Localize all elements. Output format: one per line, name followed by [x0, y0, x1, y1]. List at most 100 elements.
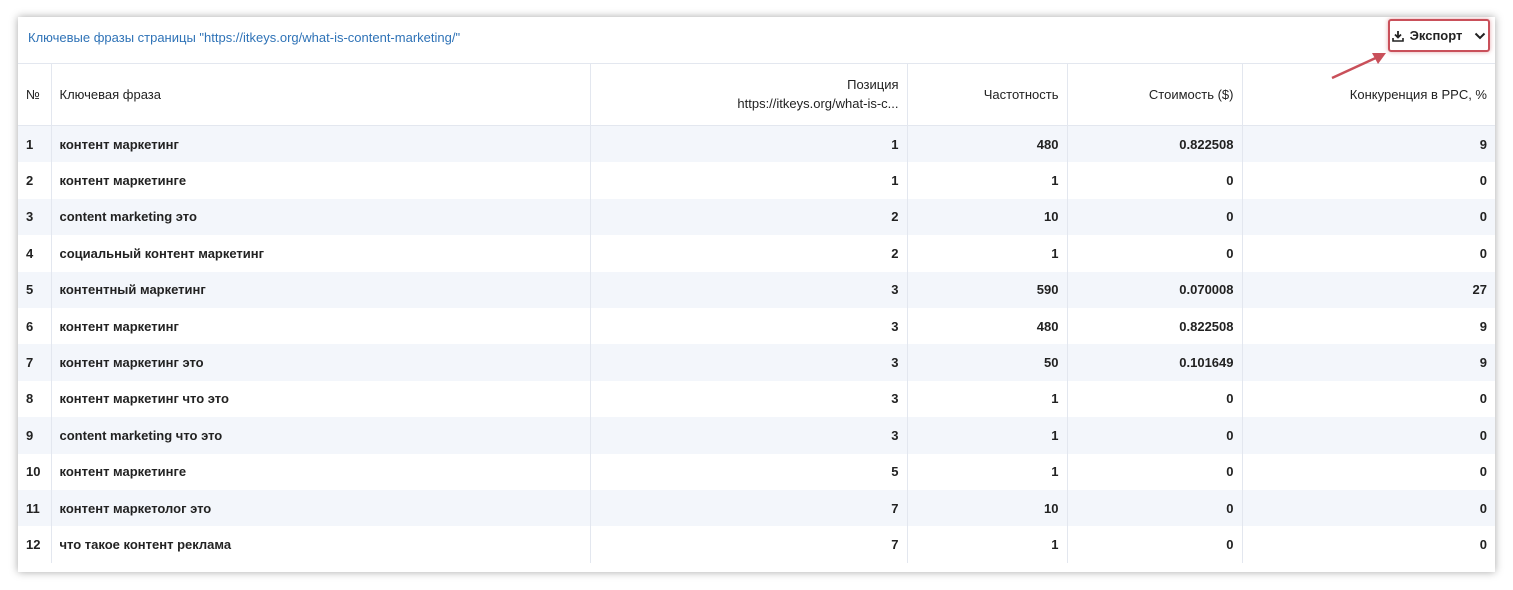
cell-competition: 0	[1242, 235, 1495, 272]
cell-frequency: 1	[907, 453, 1068, 490]
table-row[interactable]: 9 content marketing что это 3 1 0 0	[18, 417, 1495, 454]
cell-position: 3	[590, 344, 908, 381]
table-row[interactable]: 10 контент маркетинге 5 1 0 0	[18, 453, 1495, 490]
cell-competition: 9	[1242, 307, 1495, 345]
cell-phrase: контент маркетолог это	[51, 489, 591, 527]
cell-phrase: content marketing это	[51, 198, 591, 236]
export-button[interactable]: Экспорт	[1391, 23, 1486, 48]
table-row[interactable]: 3 content marketing это 2 10 0 0	[18, 198, 1495, 236]
cell-cost: 0.070008	[1067, 271, 1243, 308]
cell-position: 3	[590, 380, 908, 418]
cell-num: 6	[18, 307, 52, 345]
table-row[interactable]: 7 контент маркетинг это 3 50 0.101649 9	[18, 344, 1495, 381]
chevron-down-icon	[1474, 32, 1486, 40]
table-row[interactable]: 2 контент маркетинге 1 1 0 0	[18, 162, 1495, 199]
cell-position: 1	[590, 162, 908, 199]
cell-num: 12	[18, 526, 52, 563]
col-header-phrase[interactable]: Ключевая фраза	[51, 63, 591, 126]
cell-competition: 9	[1242, 344, 1495, 381]
cell-position: 7	[590, 526, 908, 563]
cell-frequency: 480	[907, 125, 1068, 163]
cell-position: 3	[590, 417, 908, 454]
cell-num: 8	[18, 380, 52, 418]
cell-frequency: 50	[907, 344, 1068, 381]
cell-phrase: контент маркетинг	[51, 307, 591, 345]
table-row[interactable]: 4 социальный контент маркетинг 2 1 0 0	[18, 235, 1495, 272]
cell-num: 2	[18, 162, 52, 199]
cell-position: 7	[590, 489, 908, 527]
cell-phrase: контент маркетинг это	[51, 344, 591, 381]
col-header-position-label: Позиция	[847, 77, 899, 92]
cell-frequency: 590	[907, 271, 1068, 308]
table-row[interactable]: 1 контент маркетинг 1 480 0.822508 9	[18, 125, 1495, 163]
cell-num: 3	[18, 198, 52, 236]
cell-cost: 0.822508	[1067, 125, 1243, 163]
cell-phrase: что такое контент реклама	[51, 526, 591, 563]
cell-num: 4	[18, 235, 52, 272]
keywords-table: № Ключевая фраза Позиция https://itkeys.…	[18, 63, 1495, 563]
cell-num: 10	[18, 453, 52, 490]
cell-competition: 0	[1242, 489, 1495, 527]
cell-position: 3	[590, 271, 908, 308]
export-highlight: Экспорт	[1388, 19, 1490, 52]
table-row[interactable]: 8 контент маркетинг что это 3 1 0 0	[18, 380, 1495, 418]
cell-num: 9	[18, 417, 52, 454]
cell-num: 1	[18, 125, 52, 163]
cell-phrase: контентный маркетинг	[51, 271, 591, 308]
cell-cost: 0	[1067, 489, 1243, 527]
cell-num: 7	[18, 344, 52, 381]
panel-title: Ключевые фразы страницы "https://itkeys.…	[28, 30, 461, 45]
export-label: Экспорт	[1409, 28, 1463, 43]
cell-position: 2	[590, 198, 908, 236]
table-row[interactable]: 5 контентный маркетинг 3 590 0.070008 27	[18, 271, 1495, 308]
cell-phrase: социальный контент маркетинг	[51, 235, 591, 272]
cell-cost: 0	[1067, 380, 1243, 418]
cell-position: 5	[590, 453, 908, 490]
col-header-cost[interactable]: Стоимость ($)	[1067, 63, 1243, 126]
cell-cost: 0.101649	[1067, 344, 1243, 381]
table-row[interactable]: 12 что такое контент реклама 7 1 0 0	[18, 526, 1495, 563]
col-header-position-url: https://itkeys.org/what-is-c...	[737, 96, 899, 111]
download-icon	[1391, 30, 1404, 42]
cell-competition: 0	[1242, 380, 1495, 418]
cell-position: 2	[590, 235, 908, 272]
cell-cost: 0	[1067, 162, 1243, 199]
cell-phrase: контент маркетинге	[51, 453, 591, 490]
keyword-phrases-panel: Ключевые фразы страницы "https://itkeys.…	[18, 17, 1495, 572]
cell-cost: 0	[1067, 417, 1243, 454]
table-header-row: № Ключевая фраза Позиция https://itkeys.…	[18, 63, 1495, 126]
cell-cost: 0	[1067, 453, 1243, 490]
cell-cost: 0	[1067, 235, 1243, 272]
cell-competition: 0	[1242, 162, 1495, 199]
cell-phrase: контент маркетинг что это	[51, 380, 591, 418]
col-header-frequency[interactable]: Частотность	[907, 63, 1068, 126]
cell-phrase: контент маркетинг	[51, 125, 591, 163]
col-header-position[interactable]: Позиция https://itkeys.org/what-is-c...	[590, 63, 908, 126]
cell-competition: 0	[1242, 453, 1495, 490]
cell-position: 1	[590, 125, 908, 163]
cell-frequency: 1	[907, 417, 1068, 454]
cell-phrase: content marketing что это	[51, 417, 591, 454]
cell-position: 3	[590, 307, 908, 345]
table-row[interactable]: 6 контент маркетинг 3 480 0.822508 9	[18, 307, 1495, 345]
cell-competition: 9	[1242, 125, 1495, 163]
panel-header: Ключевые фразы страницы "https://itkeys.…	[18, 17, 1495, 64]
cell-frequency: 480	[907, 307, 1068, 345]
table-row[interactable]: 11 контент маркетолог это 7 10 0 0	[18, 489, 1495, 527]
col-header-num[interactable]: №	[18, 63, 52, 126]
cell-cost: 0	[1067, 198, 1243, 236]
cell-competition: 0	[1242, 417, 1495, 454]
cell-cost: 0	[1067, 526, 1243, 563]
cell-num: 5	[18, 271, 52, 308]
cell-frequency: 1	[907, 235, 1068, 272]
cell-competition: 0	[1242, 198, 1495, 236]
cell-competition: 27	[1242, 271, 1495, 308]
cell-cost: 0.822508	[1067, 307, 1243, 345]
cell-phrase: контент маркетинге	[51, 162, 591, 199]
cell-frequency: 1	[907, 380, 1068, 418]
cell-frequency: 1	[907, 526, 1068, 563]
cell-frequency: 10	[907, 489, 1068, 527]
cell-frequency: 1	[907, 162, 1068, 199]
cell-frequency: 10	[907, 198, 1068, 236]
cell-competition: 0	[1242, 526, 1495, 563]
